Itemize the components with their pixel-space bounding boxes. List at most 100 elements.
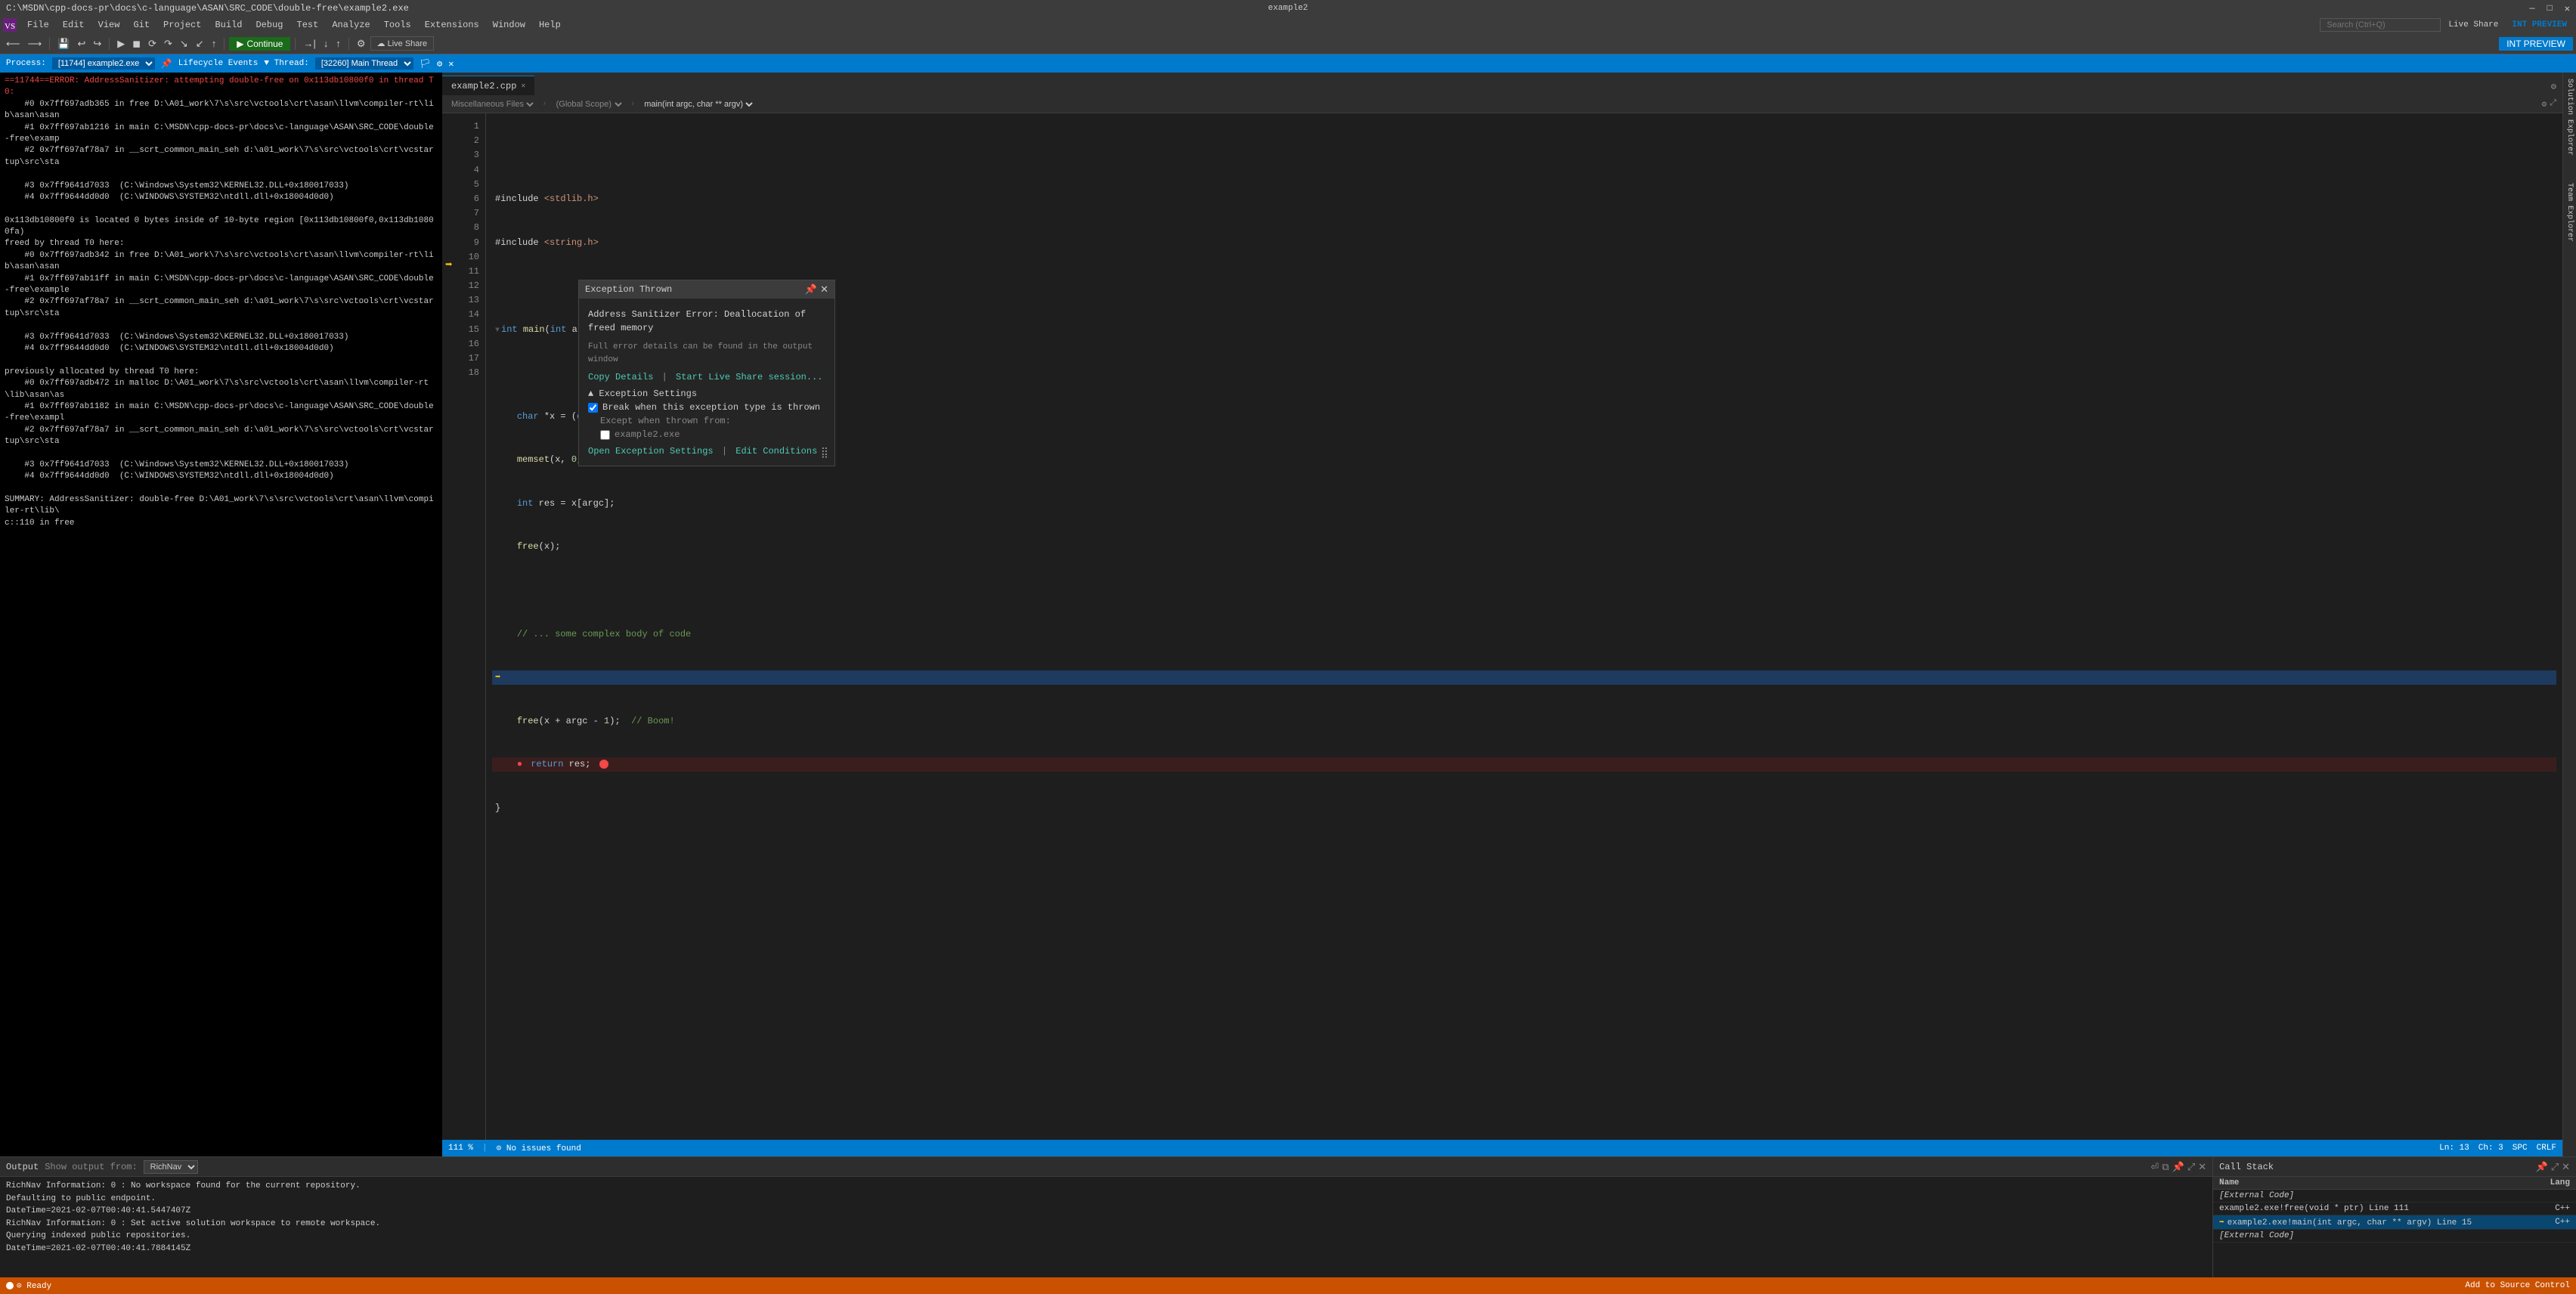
toolbar-redo[interactable]: ↪ [90, 36, 104, 51]
break-checkbox[interactable] [588, 403, 598, 413]
add-to-source-control[interactable]: Add to Source Control [2465, 1281, 2570, 1290]
continue-button[interactable]: ▶ Continue [229, 37, 290, 51]
menu-test[interactable]: Test [291, 18, 325, 32]
toolbar-debug1[interactable]: ▶ [114, 36, 128, 51]
settings-icon-process[interactable]: ⚙ [437, 58, 442, 70]
toolbar-debug4[interactable]: ↷ [161, 36, 175, 51]
toolbar-debug2[interactable]: ◼ [129, 36, 144, 51]
callstack-row-external-1[interactable]: [External Code] [2213, 1190, 2576, 1203]
output-copy-btn[interactable]: ⧉ [2162, 1161, 2169, 1173]
callstack-row-main[interactable]: ➡example2.exe!main(int argc, char ** arg… [2213, 1215, 2576, 1230]
team-explorer-label[interactable]: Team Explorer [2564, 177, 2575, 248]
lifecycle-label: Lifecycle Events [178, 59, 259, 68]
menu-debug[interactable]: Debug [249, 18, 289, 32]
live-share-link[interactable]: Start Live Share session... [676, 372, 822, 382]
menu-extensions[interactable]: Extensions [419, 18, 485, 32]
output-wrap-btn[interactable]: ⏎ [2150, 1161, 2159, 1173]
process-bar: Process: [11744] example2.exe 📌 Lifecycl… [0, 54, 2576, 73]
tab-close-btn[interactable]: ✕ [521, 82, 525, 91]
menu-tools[interactable]: Tools [378, 18, 417, 32]
no-issues[interactable]: ⊙ No issues found [497, 1143, 581, 1153]
menu-project[interactable]: Project [157, 18, 207, 32]
terminal-line [5, 448, 438, 460]
callstack-row-external-2[interactable]: [External Code] [2213, 1230, 2576, 1243]
exception-settings-header[interactable]: ▲ Exception Settings [588, 389, 825, 399]
toolbar-extra1[interactable]: ⚙ [354, 36, 369, 51]
graph-icon: ⣿ [821, 447, 828, 460]
output-panel: Output Show output from: RichNav ⏎ ⧉ 📌 ⤢… [0, 1157, 2213, 1277]
callstack-close-btn[interactable]: ✕ [2562, 1161, 2570, 1173]
editor-expand-icon[interactable]: ⤢ [2550, 99, 2556, 110]
toolbar-debug5[interactable]: ↘ [177, 36, 191, 51]
example-exe-label: example2.exe [615, 429, 680, 440]
callstack-title: Call Stack [2219, 1162, 2274, 1172]
thread-select[interactable]: [32260] Main Thread [315, 57, 413, 70]
global-scope-select[interactable]: (Global Scope) [553, 99, 624, 110]
live-share-menu[interactable]: Live Share [2442, 19, 2504, 31]
tab-example2[interactable]: example2.cpp ✕ [442, 76, 534, 95]
output-popout-btn[interactable]: ⤢ [2187, 1161, 2195, 1173]
search-input[interactable] [2320, 18, 2441, 32]
toolbar-step3[interactable]: ↑ [333, 36, 344, 51]
toolbar-btn-2[interactable]: ⟶ [25, 36, 45, 51]
toolbar-debug6[interactable]: ↙ [193, 36, 207, 51]
toolbar-step1[interactable]: →| [300, 36, 318, 51]
edit-conditions-link[interactable]: Edit Conditions [735, 446, 817, 457]
menu-file[interactable]: File [21, 18, 55, 32]
menu-git[interactable]: Git [127, 18, 156, 32]
editor-settings-icon[interactable]: ⚙ [2545, 78, 2562, 95]
exception-pin-btn[interactable]: 📌 [805, 283, 817, 296]
maximize-btn[interactable]: □ [2547, 3, 2553, 14]
break-when-thrown: Break when this exception type is thrown [588, 402, 825, 413]
code-line-18 [492, 888, 2556, 902]
zoom-level[interactable]: 111 % [448, 1144, 473, 1153]
editor-gear-icon[interactable]: ⚙ [2542, 99, 2547, 110]
vs-logo: VS [3, 18, 17, 32]
menu-help[interactable]: Help [533, 18, 567, 32]
toolbar-step2[interactable]: ↓ [320, 36, 332, 51]
callstack-row-free[interactable]: example2.exe!free(void * ptr) Line 111 C… [2213, 1203, 2576, 1215]
code-content[interactable]: #include <stdlib.h> #include <string.h> … [486, 113, 2562, 1140]
toolbar-save[interactable]: 💾 [54, 36, 73, 51]
toolbar-debug3[interactable]: ⟳ [145, 36, 159, 51]
open-settings-link[interactable]: Open Exception Settings [588, 446, 714, 457]
solution-explorer-label[interactable]: Solution Explorer [2564, 73, 2575, 162]
callstack-pin-btn[interactable]: 📌 [2536, 1161, 2548, 1173]
toolbar-btn-1[interactable]: ⟵ [3, 36, 23, 51]
status-sep1: | [482, 1144, 488, 1153]
editor-panel: example2.cpp ✕ ⚙ Miscellaneous Files › (… [442, 73, 2562, 1156]
menu-view[interactable]: View [92, 18, 126, 32]
minimize-btn[interactable]: — [2529, 3, 2534, 14]
toolbar-undo[interactable]: ↩ [74, 36, 88, 51]
menu-window[interactable]: Window [487, 18, 531, 32]
col-info[interactable]: Ch: 3 [2478, 1144, 2503, 1153]
pin-icon: 📌 [161, 58, 172, 70]
toolbar-debug7[interactable]: ↑ [209, 36, 220, 51]
output-close-btn[interactable]: ✕ [2198, 1161, 2206, 1173]
example-checkbox[interactable] [600, 430, 610, 440]
output-content[interactable]: RichNav Information: 0 : No workspace fo… [0, 1177, 2212, 1277]
process-label: Process: [6, 59, 46, 68]
output-source-select[interactable]: RichNav [144, 1160, 198, 1174]
exception-message: Address Sanitizer Error: Deallocation of… [588, 308, 825, 335]
terminal-panel[interactable]: ==11744==ERROR: AddressSanitizer: attemp… [0, 73, 442, 1156]
close-btn[interactable]: ✕ [2565, 3, 2570, 14]
line-info[interactable]: Ln: 13 [2439, 1144, 2469, 1153]
spaces-info[interactable]: SPC [2513, 1144, 2528, 1153]
copy-details-link[interactable]: Copy Details [588, 372, 653, 382]
menu-analyze[interactable]: Analyze [326, 18, 376, 32]
menu-build[interactable]: Build [209, 18, 248, 32]
encoding-info[interactable]: CRLF [2537, 1144, 2556, 1153]
line-num: 6 [462, 192, 479, 206]
int-preview-button[interactable]: INT PREVIEW [2499, 37, 2573, 51]
callstack-popout-btn[interactable]: ⤢ [2551, 1161, 2559, 1173]
output-pin-btn[interactable]: 📌 [2172, 1161, 2184, 1173]
files-select[interactable]: Miscellaneous Files [448, 99, 536, 110]
process-select[interactable]: [11744] example2.exe [52, 57, 155, 70]
terminal-line: #2 0x7ff697af78a7 in __scrt_common_main_… [5, 296, 438, 320]
function-select[interactable]: main(int argc, char ** argv) [641, 99, 755, 110]
exception-close-btn[interactable]: ✕ [820, 283, 828, 296]
menu-edit[interactable]: Edit [57, 18, 91, 32]
close-process-icon[interactable]: ✕ [448, 58, 454, 70]
live-share-button[interactable]: ☁ Live Share [370, 36, 435, 51]
